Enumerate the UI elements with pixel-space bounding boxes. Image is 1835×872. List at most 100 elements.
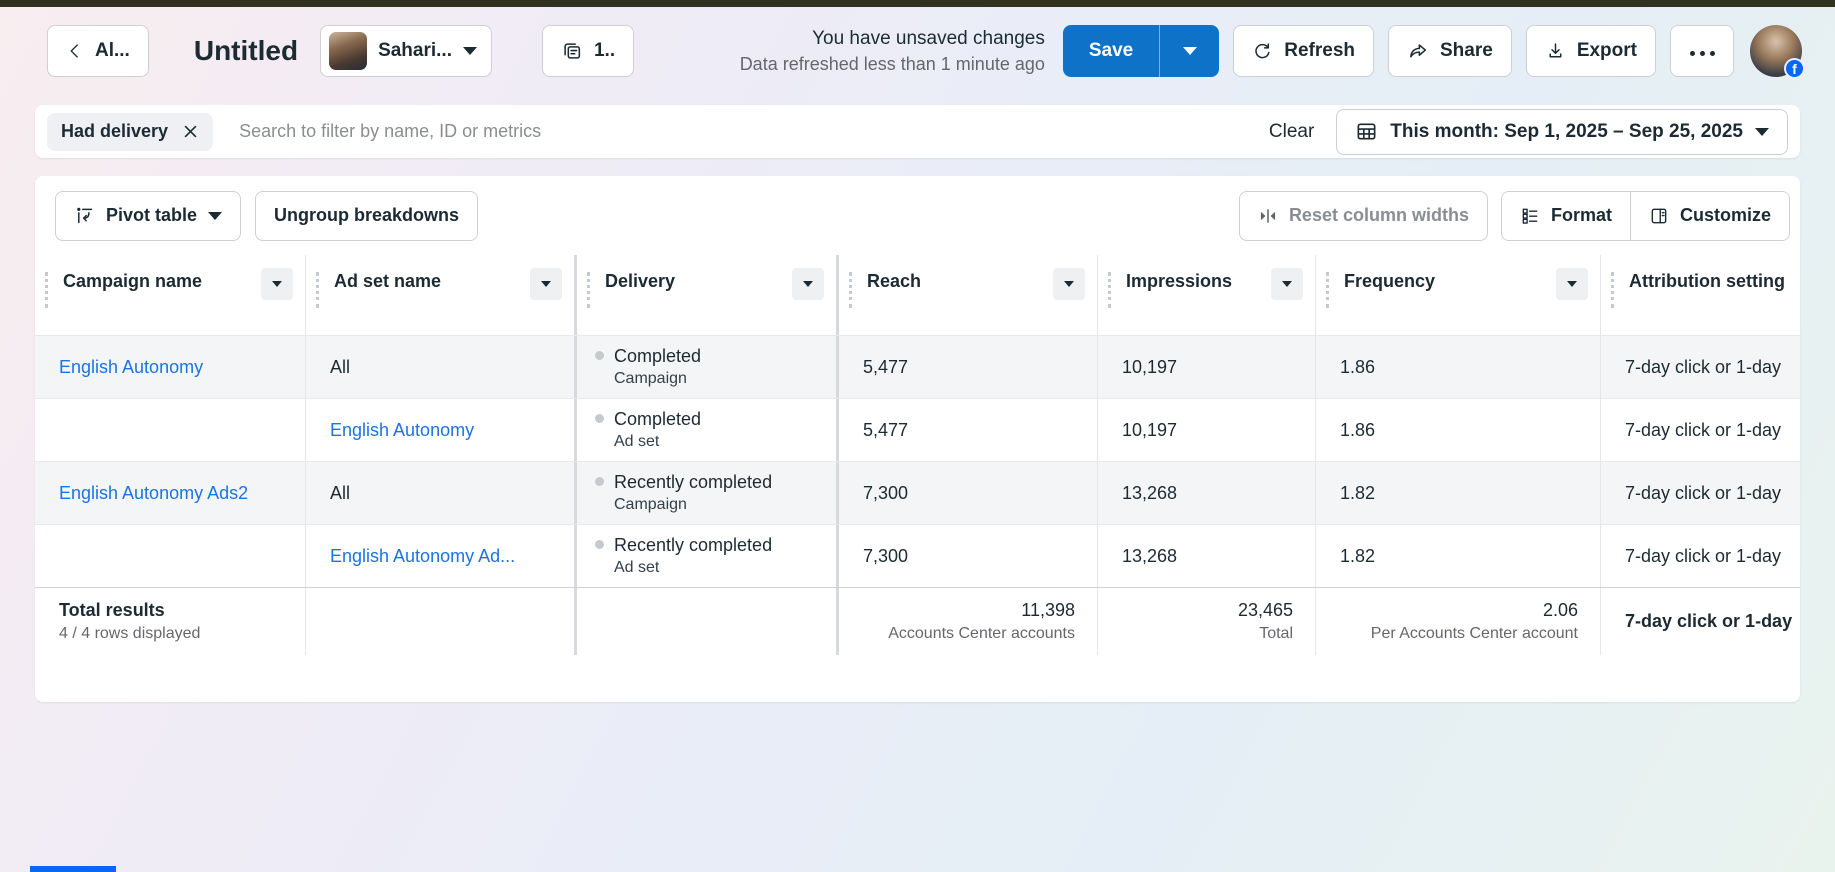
save-button[interactable]: Save bbox=[1063, 25, 1159, 77]
delivery-level: Ad set bbox=[614, 432, 701, 453]
delivery-status-dot bbox=[595, 351, 604, 360]
refresh-button[interactable]: Refresh bbox=[1233, 25, 1374, 77]
save-split-button: Save bbox=[1063, 25, 1219, 77]
total-frequency-label: Per Accounts Center account bbox=[1371, 625, 1578, 643]
column-menu-button[interactable] bbox=[1053, 268, 1085, 300]
delivery-status: Recently completed bbox=[614, 470, 772, 494]
drag-handle-icon[interactable] bbox=[316, 272, 319, 308]
delivery-level: Campaign bbox=[614, 369, 701, 390]
customize-button[interactable]: Customize bbox=[1630, 192, 1789, 240]
reach-cell: 7,300 bbox=[839, 525, 1098, 587]
pivot-table-dropdown[interactable]: Pivot table bbox=[55, 191, 241, 241]
format-customize-group: Format Customize bbox=[1501, 191, 1790, 241]
table-row: English Autonomy Completed Ad set 5,477 … bbox=[35, 398, 1800, 461]
ad-set-cell: All bbox=[306, 336, 577, 398]
format-icon bbox=[1520, 206, 1540, 226]
export-download-icon bbox=[1545, 41, 1566, 62]
search-input[interactable]: Search to filter by name, ID or metrics bbox=[239, 121, 1269, 142]
total-attribution-value: 7-day click or 1-day bbox=[1601, 588, 1800, 655]
drag-handle-icon[interactable] bbox=[587, 272, 590, 308]
drag-handle-icon[interactable] bbox=[45, 272, 48, 308]
reports-count-button[interactable]: 1.. bbox=[542, 25, 634, 77]
column-header-ad-set-name: Ad set name bbox=[306, 255, 577, 335]
chevron-down-icon bbox=[1183, 47, 1197, 55]
export-label: Export bbox=[1577, 40, 1637, 62]
ungroup-breakdowns-button[interactable]: Ungroup breakdowns bbox=[255, 191, 478, 241]
column-menu-button[interactable] bbox=[530, 268, 562, 300]
account-selector[interactable]: Sahari... bbox=[320, 25, 492, 77]
account-avatar bbox=[329, 32, 367, 70]
chevron-down-icon bbox=[208, 212, 222, 220]
drag-handle-icon[interactable] bbox=[1611, 272, 1614, 308]
attribution-cell: 7-day click or 1-day bbox=[1601, 462, 1800, 524]
reach-cell: 5,477 bbox=[839, 336, 1098, 398]
reset-column-widths-button[interactable]: Reset column widths bbox=[1239, 191, 1488, 241]
filter-chip-label: Had delivery bbox=[61, 121, 168, 142]
delivery-status: Completed bbox=[614, 407, 701, 431]
column-header-label: Impressions bbox=[1126, 271, 1232, 292]
frequency-cell: 1.82 bbox=[1316, 462, 1601, 524]
ad-set-link[interactable]: English Autonomy Ad... bbox=[306, 525, 577, 587]
total-reach-label: Accounts Center accounts bbox=[888, 625, 1075, 643]
column-header-delivery: Delivery bbox=[577, 255, 839, 335]
campaign-name-link[interactable]: English Autonomy Ads2 bbox=[35, 462, 306, 524]
date-range-selector[interactable]: This month: Sep 1, 2025 – Sep 25, 2025 bbox=[1336, 109, 1788, 155]
total-results-label: Total results bbox=[59, 600, 305, 621]
export-button[interactable]: Export bbox=[1526, 25, 1656, 77]
taskbar-accent bbox=[30, 866, 116, 872]
profile-avatar[interactable]: f bbox=[1750, 25, 1802, 77]
attribution-cell: 7-day click or 1-day bbox=[1601, 399, 1800, 461]
reach-cell: 7,300 bbox=[839, 462, 1098, 524]
reset-column-widths-label: Reset column widths bbox=[1289, 205, 1469, 226]
reset-widths-icon bbox=[1258, 206, 1278, 226]
attribution-cell: 7-day click or 1-day bbox=[1601, 336, 1800, 398]
report-table-card: Pivot table Ungroup breakdowns Reset col… bbox=[35, 176, 1800, 702]
drag-handle-icon[interactable] bbox=[1108, 272, 1111, 308]
report-title: Untitled bbox=[194, 35, 298, 67]
more-options-button[interactable] bbox=[1670, 25, 1734, 77]
column-header-attribution-setting: Attribution setting bbox=[1601, 255, 1800, 335]
delivery-status-dot bbox=[595, 540, 604, 549]
delivery-status: Completed bbox=[614, 344, 701, 368]
table-toolbar: Pivot table Ungroup breakdowns Reset col… bbox=[35, 176, 1800, 255]
table-row: English Autonomy Ads2 All Recently compl… bbox=[35, 461, 1800, 524]
share-button[interactable]: Share bbox=[1388, 25, 1512, 77]
share-icon bbox=[1407, 40, 1429, 62]
column-header-label: Frequency bbox=[1344, 271, 1435, 292]
campaign-name-cell bbox=[35, 399, 306, 461]
back-label: Al... bbox=[95, 40, 130, 62]
column-header-label: Campaign name bbox=[63, 271, 202, 292]
delivery-level: Campaign bbox=[614, 495, 772, 516]
column-menu-button[interactable] bbox=[1556, 268, 1588, 300]
format-button[interactable]: Format bbox=[1502, 192, 1630, 240]
column-menu-button[interactable] bbox=[792, 268, 824, 300]
chevron-left-icon bbox=[66, 42, 84, 60]
delivery-cell: Recently completed Campaign bbox=[577, 462, 839, 524]
reach-cell: 5,477 bbox=[839, 399, 1098, 461]
total-reach-value: 11,398 bbox=[1021, 600, 1075, 621]
total-impressions-label: Total bbox=[1259, 625, 1293, 643]
filter-chip-had-delivery[interactable]: Had delivery bbox=[47, 113, 213, 151]
clear-filters-button[interactable]: Clear bbox=[1269, 121, 1314, 143]
ad-set-link[interactable]: English Autonomy bbox=[306, 399, 577, 461]
ad-set-cell: All bbox=[306, 462, 577, 524]
refresh-icon bbox=[1252, 41, 1273, 62]
drag-handle-icon[interactable] bbox=[1326, 272, 1329, 308]
save-options-button[interactable] bbox=[1159, 25, 1219, 77]
delivery-status: Recently completed bbox=[614, 533, 772, 557]
column-menu-button[interactable] bbox=[261, 268, 293, 300]
total-impressions-value: 23,465 bbox=[1238, 600, 1293, 621]
ungroup-breakdowns-label: Ungroup breakdowns bbox=[274, 205, 459, 226]
delivery-cell: Completed Campaign bbox=[577, 336, 839, 398]
back-to-reports-button[interactable]: Al... bbox=[47, 25, 149, 77]
column-menu-button[interactable] bbox=[1271, 268, 1303, 300]
campaign-name-link[interactable]: English Autonomy bbox=[35, 336, 306, 398]
table-row: English Autonomy All Completed Campaign … bbox=[35, 335, 1800, 398]
delivery-cell: Recently completed Ad set bbox=[577, 525, 839, 587]
frequency-cell: 1.82 bbox=[1316, 525, 1601, 587]
remove-filter-icon[interactable] bbox=[182, 123, 199, 140]
drag-handle-icon[interactable] bbox=[849, 272, 852, 308]
column-header-label: Ad set name bbox=[334, 271, 441, 292]
column-header-impressions: Impressions bbox=[1098, 255, 1316, 335]
account-name: Sahari... bbox=[378, 40, 452, 62]
